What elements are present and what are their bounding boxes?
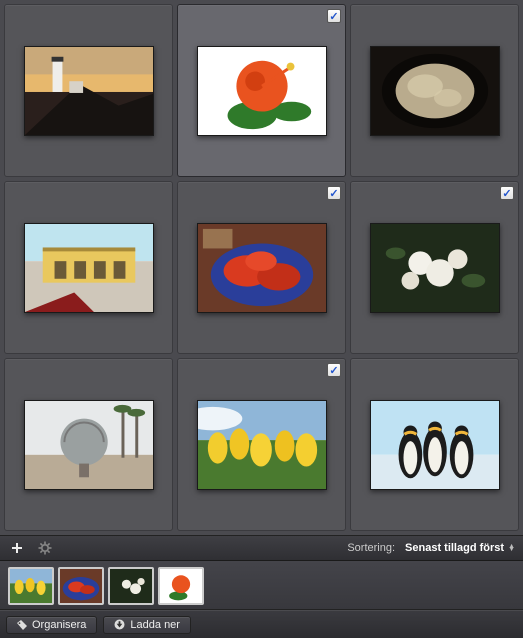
bottom-toolbar: Organisera Ladda ner — [0, 610, 523, 638]
thumbnail — [24, 46, 154, 136]
grid-cell[interactable]: ✓ — [177, 358, 346, 531]
sort-toolbar: Sortering: Senast tillagd först ▲▼ — [0, 535, 523, 561]
add-button[interactable] — [8, 539, 26, 557]
grid-cell[interactable] — [4, 358, 173, 531]
thumbnail-grid: ✓ — [0, 0, 523, 535]
gear-icon — [38, 541, 52, 555]
selection-tray — [0, 561, 523, 610]
thumbnail — [197, 400, 327, 490]
thumbnail — [24, 400, 154, 490]
organize-button[interactable]: Organisera — [6, 616, 97, 634]
selection-checkbox[interactable]: ✓ — [500, 186, 514, 200]
thumbnail — [370, 46, 500, 136]
download-icon — [114, 619, 125, 630]
sort-arrows-icon: ▲▼ — [508, 545, 515, 551]
grid-cell[interactable] — [350, 4, 519, 177]
thumbnail — [197, 46, 327, 136]
selection-checkbox[interactable]: ✓ — [327, 186, 341, 200]
settings-button[interactable] — [36, 539, 54, 557]
grid-cell[interactable] — [350, 358, 519, 531]
tray-item[interactable] — [58, 567, 104, 605]
sort-label: Sortering: — [347, 542, 395, 554]
download-label: Ladda ner — [130, 619, 180, 631]
sort-value: Senast tillagd först — [405, 542, 504, 554]
tray-item[interactable] — [108, 567, 154, 605]
sort-dropdown[interactable]: Senast tillagd först ▲▼ — [405, 542, 515, 554]
thumbnail — [370, 223, 500, 313]
grid-cell[interactable] — [4, 4, 173, 177]
tray-item[interactable] — [158, 567, 204, 605]
tray-item[interactable] — [8, 567, 54, 605]
thumbnail — [370, 400, 500, 490]
download-button[interactable]: Ladda ner — [103, 616, 191, 634]
plus-icon — [11, 542, 23, 554]
selection-checkbox[interactable]: ✓ — [327, 363, 341, 377]
selection-checkbox[interactable]: ✓ — [327, 9, 341, 23]
grid-cell[interactable]: ✓ — [177, 181, 346, 354]
grid-cell[interactable] — [4, 181, 173, 354]
grid-cell[interactable]: ✓ — [350, 181, 519, 354]
thumbnail — [24, 223, 154, 313]
thumbnail — [197, 223, 327, 313]
organize-label: Organisera — [32, 619, 86, 631]
grid-cell[interactable]: ✓ — [177, 4, 346, 177]
tag-icon — [17, 620, 27, 630]
